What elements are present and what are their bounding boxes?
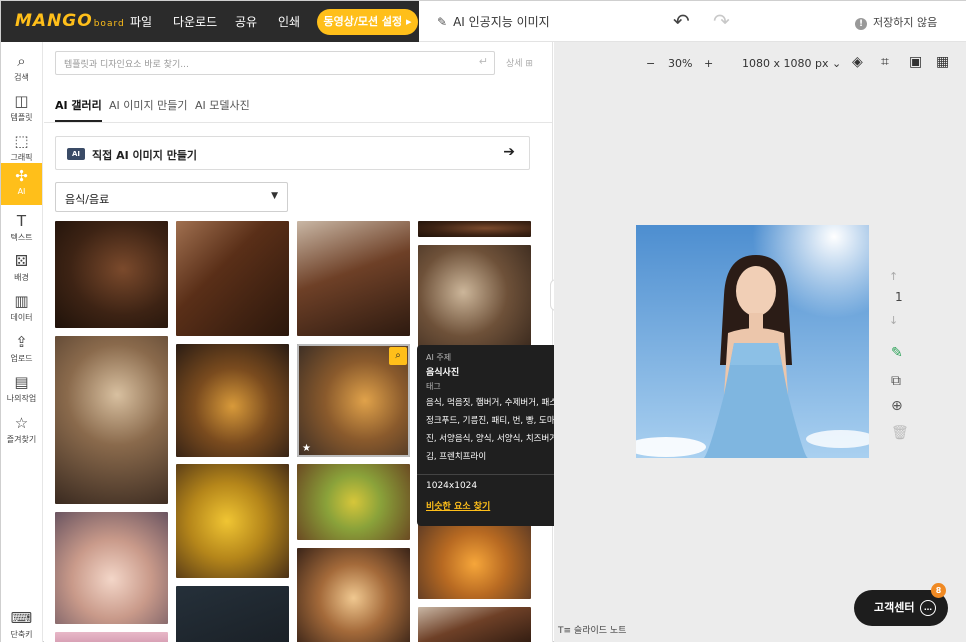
sidebar: ⌕ 검색 ◫ 템플릿 ⬚ 그래픽 ✣ AI T 텍스트 ⚄ 배경 ▥ 데이터 ⇪ 업로드 ▤ 나의… xyxy=(1,42,43,642)
tab-ai-gallery[interactable]: AI 갤러리 xyxy=(55,97,102,122)
gallery-image[interactable] xyxy=(297,548,410,642)
upload-icon: ⇪ xyxy=(15,333,28,351)
crop-icon[interactable]: ⌗ xyxy=(881,54,889,70)
sidebar-item-data[interactable]: ▥ 데이터 xyxy=(1,288,42,328)
top-bar: MANGOboard 파일 다운로드 공유 인쇄 동영상/모션 설정 ▸ ✎ AI… xyxy=(1,1,966,42)
menu-download[interactable]: 다운로드 xyxy=(173,13,217,30)
layers-icon[interactable]: ◈ xyxy=(852,54,863,70)
text-icon: T xyxy=(16,212,27,230)
note-icon: T≡ xyxy=(558,626,572,636)
divider xyxy=(44,122,552,123)
background-icon: ⚄ xyxy=(14,252,29,270)
zoom-level[interactable]: 30% xyxy=(668,57,692,70)
artboard[interactable] xyxy=(636,225,869,458)
color-picker-icon[interactable]: ✎ xyxy=(891,345,903,361)
canvas-area: − 30% + 1080 x 1080 px ⌄ ◈ ⌗ ▣ ▦ ↑ 1 ↓ ✎… xyxy=(554,42,966,642)
gallery-image[interactable] xyxy=(176,344,289,457)
add-page-icon[interactable]: ⊕ xyxy=(891,398,903,414)
chat-icon: … xyxy=(920,600,936,616)
tab-ai-model-photo[interactable]: AI 모델사진 xyxy=(195,97,250,113)
gallery-image[interactable] xyxy=(176,221,289,336)
gallery-image[interactable] xyxy=(55,512,168,624)
sidebar-item-shortcuts[interactable]: ⌨ 단축키 xyxy=(1,605,42,642)
sidebar-item-ai[interactable]: ✣ AI xyxy=(1,163,42,205)
search-input[interactable]: 템플릿과 디자인요소 바로 찾기... ↵ xyxy=(55,51,495,75)
sidebar-item-upload[interactable]: ⇪ 업로드 xyxy=(1,329,42,369)
sidebar-item-template[interactable]: ◫ 템플릿 xyxy=(1,88,42,128)
gallery-image[interactable] xyxy=(55,336,168,504)
menu-file[interactable]: 파일 xyxy=(130,13,152,30)
chevron-down-icon: ▼ xyxy=(271,191,278,201)
ai-image-tab[interactable]: ✎ AI 인공지능 이미지 xyxy=(437,13,550,30)
model-photo xyxy=(636,225,869,458)
gallery-image[interactable] xyxy=(55,632,168,642)
gallery-image[interactable] xyxy=(176,586,289,642)
zoom-icon[interactable]: ⌕ xyxy=(389,347,407,365)
redo-icon[interactable]: ↷ xyxy=(713,9,730,33)
duplicate-icon[interactable]: ⧉ xyxy=(891,373,901,389)
data-icon: ▥ xyxy=(14,292,29,310)
my-work-icon: ▤ xyxy=(14,373,29,391)
menu-print[interactable]: 인쇄 xyxy=(278,13,300,30)
ai-panel: 템플릿과 디자인요소 바로 찾기... ↵ 상세 ⊞ AI 갤러리 AI 이미지 … xyxy=(44,42,553,642)
grid-view-icon[interactable]: ▦ xyxy=(936,54,949,70)
page-up-icon[interactable]: ↑ xyxy=(889,270,898,283)
zoom-out-button[interactable]: − xyxy=(646,57,655,70)
sidebar-item-graphic[interactable]: ⬚ 그래픽 xyxy=(1,128,42,168)
sidebar-item-background[interactable]: ⚄ 배경 xyxy=(1,248,42,288)
pen-icon: ✎ xyxy=(437,15,448,29)
ai-badge: AI xyxy=(67,148,85,160)
slide-note-toggle[interactable]: T≡ 슬라이드 노트 xyxy=(558,623,626,636)
category-select[interactable]: 음식/음료 ▼ xyxy=(55,182,288,212)
zoom-in-button[interactable]: + xyxy=(704,57,713,70)
gallery-image-hovered[interactable]: ⌕ ★ xyxy=(297,344,410,457)
star-icon: ☆ xyxy=(14,414,29,432)
arrow-right-icon: ➔ xyxy=(503,144,515,160)
gallery-image[interactable] xyxy=(418,521,531,599)
notification-badge: 8 xyxy=(931,583,946,598)
detail-search-link[interactable]: 상세 ⊞ xyxy=(506,56,533,69)
customer-center-button[interactable]: 고객센터 … 8 xyxy=(854,583,948,626)
menu-share[interactable]: 공유 xyxy=(235,13,257,30)
sidebar-item-text[interactable]: T 텍스트 xyxy=(1,208,42,248)
sidebar-item-favorites[interactable]: ☆ 즐겨찾기 xyxy=(1,410,42,450)
page-number: 1 xyxy=(895,290,903,304)
graphic-icon: ⬚ xyxy=(14,132,29,150)
canvas-size-select[interactable]: 1080 x 1080 px ⌄ xyxy=(742,57,841,70)
gallery-image[interactable] xyxy=(418,607,531,642)
gallery-image[interactable] xyxy=(297,464,410,540)
logo[interactable]: MANGOboard xyxy=(15,11,125,31)
template-icon: ◫ xyxy=(14,92,29,110)
undo-icon[interactable]: ↶ xyxy=(673,9,690,33)
gallery-image[interactable] xyxy=(55,221,168,328)
app-window: MANGOboard 파일 다운로드 공유 인쇄 동영상/모션 설정 ▸ ✎ AI… xyxy=(0,0,966,642)
enter-icon: ↵ xyxy=(478,55,488,68)
tab-ai-image-create[interactable]: AI 이미지 만들기 xyxy=(109,97,187,113)
sidebar-item-my-work[interactable]: ▤ 나의작업 xyxy=(1,369,42,409)
gallery-image[interactable] xyxy=(297,221,410,336)
make-ai-image-button[interactable]: AI 직접 AI 이미지 만들기 ➔ xyxy=(55,136,530,170)
sidebar-item-search[interactable]: ⌕ 검색 xyxy=(1,48,42,88)
ratio-icon[interactable]: ▣ xyxy=(909,54,922,70)
page-down-icon[interactable]: ↓ xyxy=(889,314,898,327)
gallery-image[interactable] xyxy=(176,464,289,578)
ai-icon: ✣ xyxy=(15,167,28,185)
search-icon: ⌕ xyxy=(17,52,26,70)
trash-icon[interactable]: 🗑 xyxy=(891,425,909,441)
gallery-image[interactable] xyxy=(418,221,531,237)
star-icon: ★ xyxy=(302,443,311,454)
keyboard-icon: ⌨ xyxy=(10,609,33,627)
save-status: ! 저장하지 않음 xyxy=(855,14,937,30)
motion-setting-button[interactable]: 동영상/모션 설정 ▸ xyxy=(317,9,418,35)
alert-icon: ! xyxy=(855,18,867,30)
